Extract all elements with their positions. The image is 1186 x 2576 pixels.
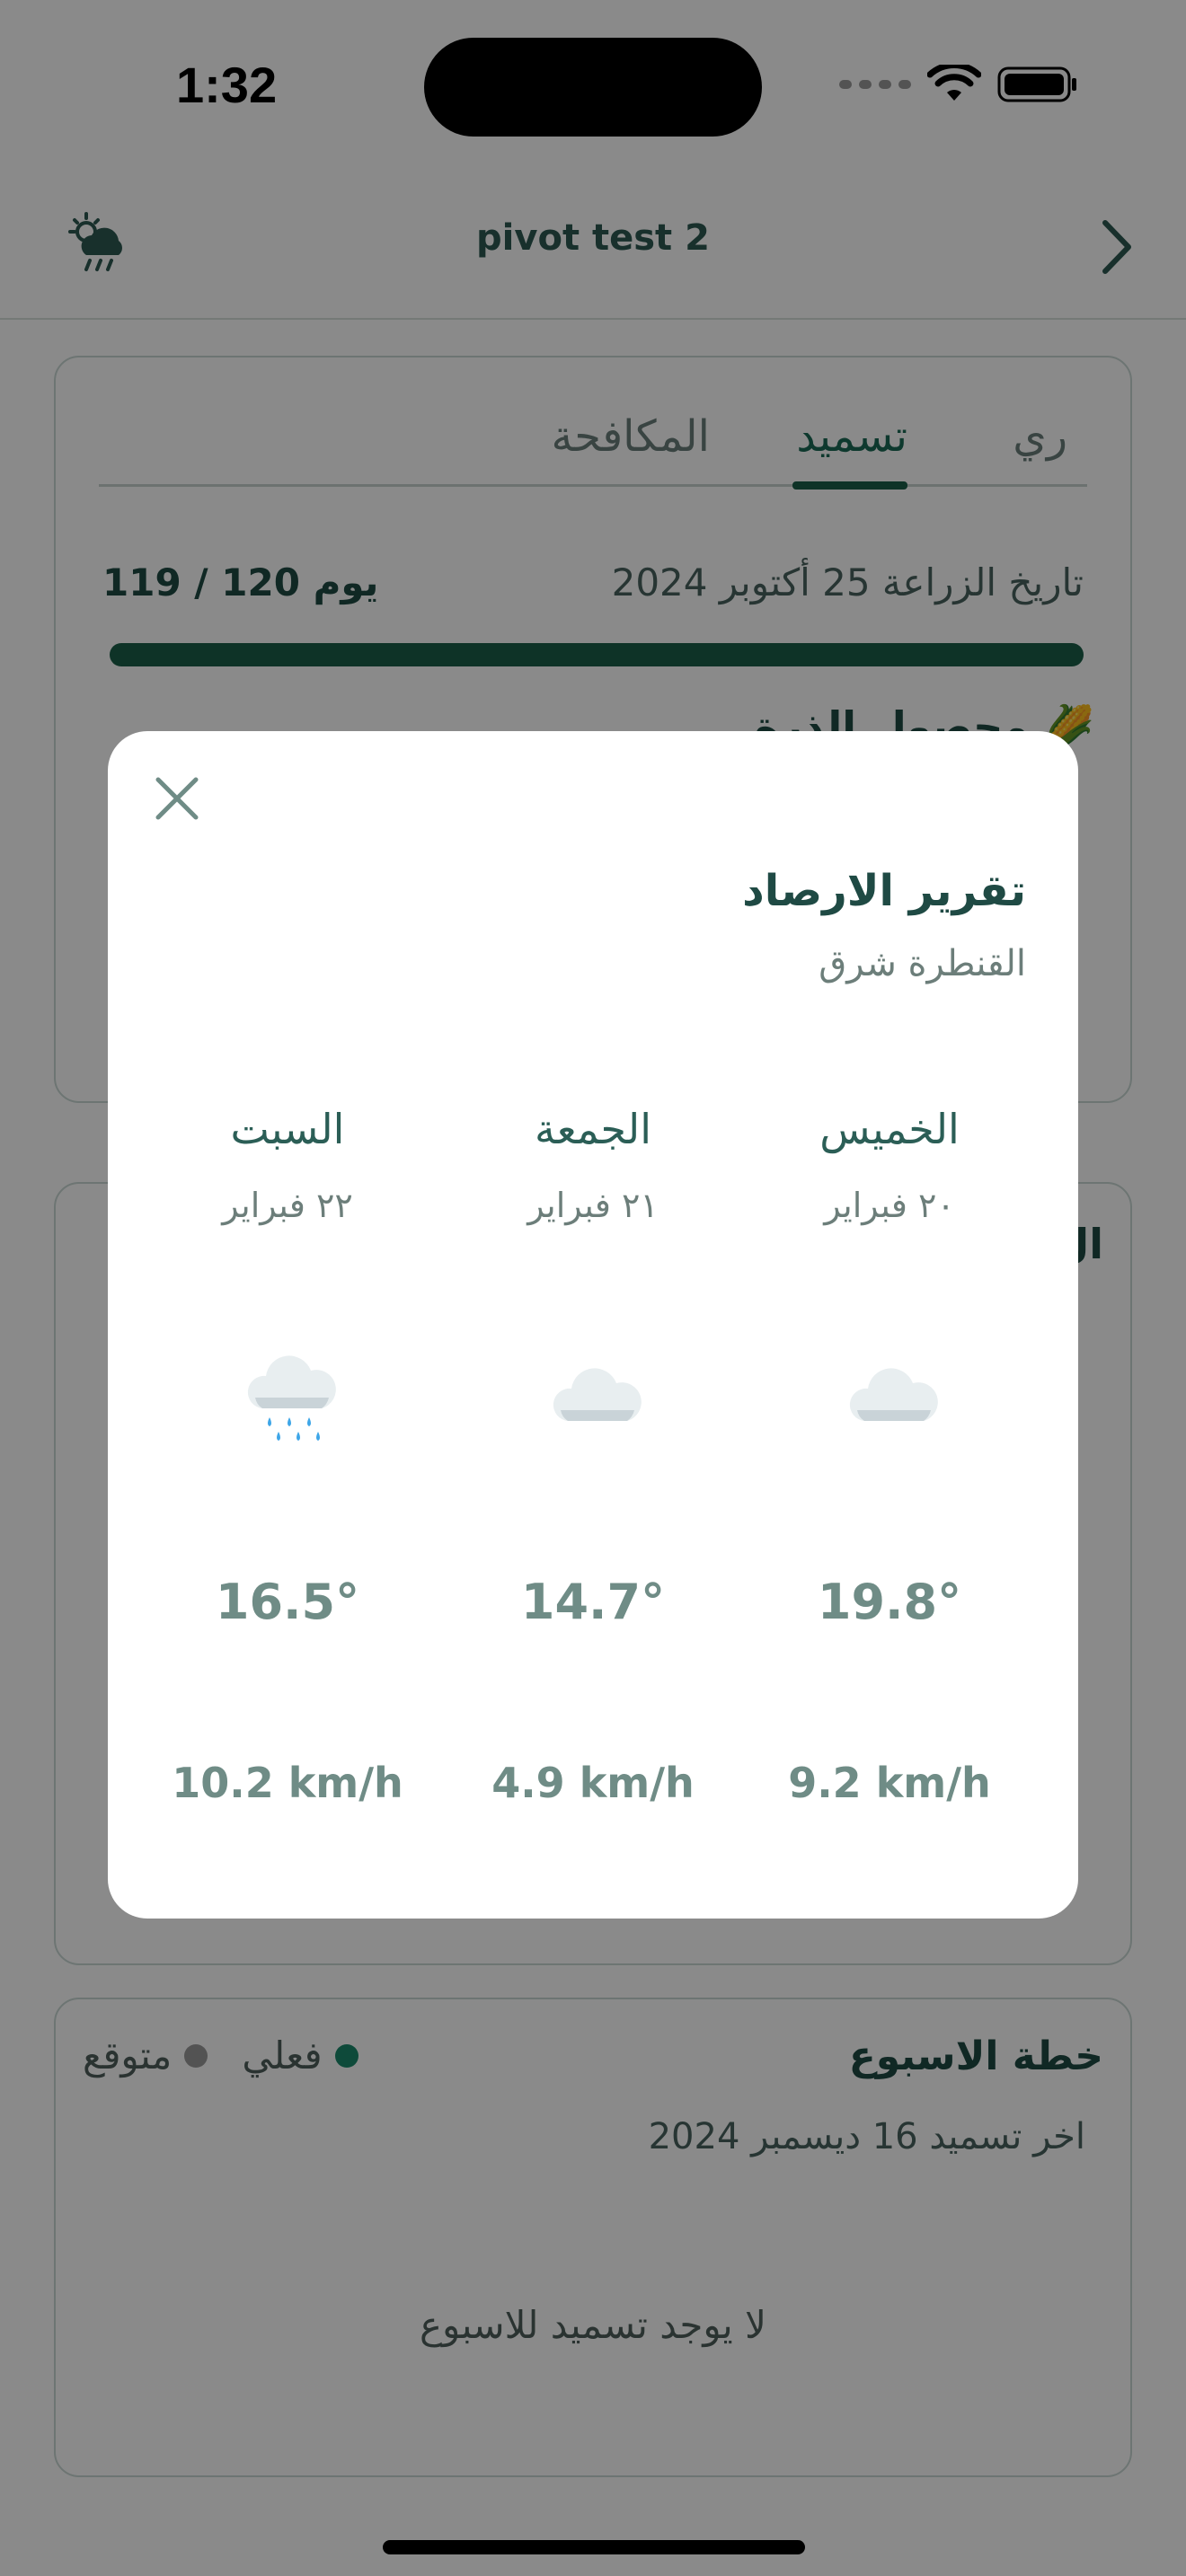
forecast-wind: 10.2 km/h — [172, 1759, 403, 1807]
forecast-day-name: الجمعة — [535, 1105, 651, 1153]
cloud-icon — [845, 1351, 943, 1450]
forecast-wind: 4.9 km/h — [491, 1759, 695, 1807]
forecast-wind: 9.2 km/h — [788, 1759, 991, 1807]
forecast-temperature: 14.7° — [520, 1574, 666, 1630]
forecast-day: السبت ٢٢ فبراير 16.5° 10.2 km/h — [144, 731, 431, 1919]
forecast-date: ٢٠ فبراير — [824, 1186, 955, 1225]
weather-report-modal: تقرير الارصاد القنطرة شرق الخميس ٢٠ فبرا… — [108, 731, 1078, 1919]
forecast-temperature: 19.8° — [817, 1574, 962, 1630]
forecast-day-name: السبت — [230, 1105, 345, 1153]
rain-cloud-icon — [243, 1351, 341, 1450]
forecast-day-name: الخميس — [819, 1105, 960, 1153]
forecast-date: ٢٢ فبراير — [222, 1186, 353, 1225]
forecast-day: الخميس ٢٠ فبراير 19.8° 9.2 km/h — [746, 731, 1033, 1919]
forecast-temperature: 16.5° — [215, 1574, 360, 1630]
cloud-icon — [548, 1351, 647, 1450]
forecast-day: الجمعة ٢١ فبراير 14.7° 4.9 km/h — [449, 731, 737, 1919]
forecast-date: ٢١ فبراير — [527, 1186, 659, 1225]
